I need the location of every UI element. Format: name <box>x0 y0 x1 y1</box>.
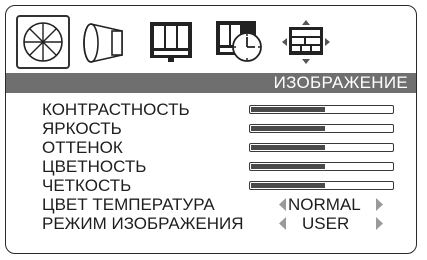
slider-fill <box>251 164 326 169</box>
arrow-left-icon[interactable] <box>279 217 286 230</box>
setting-label: ОТТЕНОК <box>42 138 123 157</box>
sharpness-slider[interactable] <box>249 181 394 190</box>
tab-picture[interactable] <box>16 15 70 69</box>
setting-label: КОНТРАСТНОСТЬ <box>42 100 190 119</box>
tab-sound[interactable] <box>82 21 128 65</box>
brightness-slider[interactable] <box>249 124 394 133</box>
tab-screen[interactable] <box>280 18 332 66</box>
slider-fill <box>251 126 326 131</box>
hue-slider[interactable] <box>249 143 394 152</box>
arrow-left-icon[interactable] <box>279 198 286 211</box>
tab-time[interactable] <box>214 19 264 65</box>
screen-icon <box>282 20 330 64</box>
picture-mode-value: USER <box>302 214 350 233</box>
function-icon <box>150 22 192 62</box>
clock-icon <box>216 21 262 62</box>
menu-title: ИЗОБРАЖЕНИЕ <box>273 73 408 92</box>
saturation-slider[interactable] <box>249 162 394 171</box>
setting-contrast[interactable]: КОНТРАСТНОСТЬ <box>6 100 416 120</box>
speaker-icon <box>83 23 123 63</box>
arrow-right-icon[interactable] <box>376 217 383 230</box>
osd-menu: ИЗОБРАЖЕНИЕ КОНТРАСТНОСТЬ ЯРКОСТЬ ОТТЕНО… <box>5 5 417 254</box>
setting-saturation[interactable]: ЦВЕТНОСТЬ <box>6 157 416 177</box>
arrow-right-icon[interactable] <box>376 198 383 211</box>
setting-picture-mode[interactable]: РЕЖИМ ИЗОБРАЖЕНИЯ USER <box>6 214 416 234</box>
contrast-slider[interactable] <box>249 105 394 114</box>
setting-hue[interactable]: ОТТЕНОК <box>6 138 416 158</box>
slider-fill <box>251 145 326 150</box>
setting-label: ЦВЕТ ТЕМПЕРАТУРА <box>42 195 215 214</box>
setting-label: РЕЖИМ ИЗОБРАЖЕНИЯ <box>42 214 244 233</box>
setting-sharpness[interactable]: ЧЕТКОСТЬ <box>6 176 416 196</box>
setting-label: ЧЕТКОСТЬ <box>42 176 132 195</box>
setting-label: ЦВЕТНОСТЬ <box>42 157 147 176</box>
tab-bar <box>6 6 416 72</box>
setting-label: ЯРКОСТЬ <box>42 119 122 138</box>
color-temperature-value: NORMAL <box>288 195 361 214</box>
setting-color-temperature[interactable]: ЦВЕТ ТЕМПЕРАТУРА NORMAL <box>6 195 416 215</box>
setting-brightness[interactable]: ЯРКОСТЬ <box>6 119 416 139</box>
tab-function[interactable] <box>148 20 194 64</box>
slider-fill <box>251 183 326 188</box>
menu-title-bar: ИЗОБРАЖЕНИЕ <box>6 73 416 93</box>
slider-fill <box>251 107 326 112</box>
aperture-icon <box>23 22 63 62</box>
